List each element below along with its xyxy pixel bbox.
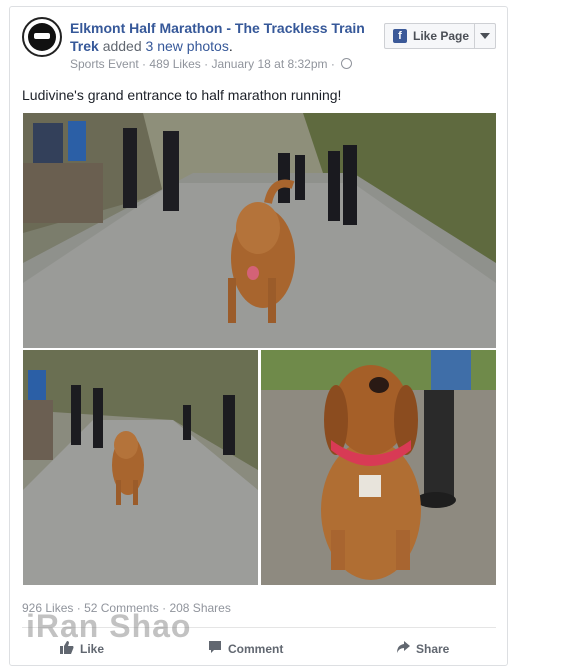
post-header: Elkmont Half Marathon - The Trackless Tr… xyxy=(70,19,390,55)
like-page-button[interactable]: f Like Page xyxy=(384,23,496,49)
chevron-down-icon[interactable] xyxy=(480,33,490,39)
facebook-f-icon: f xyxy=(393,29,407,43)
post-message: Ludivine's grand entrance to half marath… xyxy=(22,87,342,103)
comment-icon xyxy=(208,640,222,660)
share-arrow-icon xyxy=(396,640,410,660)
added-text: added xyxy=(102,38,142,54)
photo-bottom-right[interactable] xyxy=(261,350,496,585)
header-period: . xyxy=(228,38,233,54)
post-card: Elkmont Half Marathon - The Trackless Tr… xyxy=(9,6,508,666)
photo-bottom-left[interactable] xyxy=(23,350,258,585)
share-label: Share xyxy=(416,642,450,656)
meta-separator: · xyxy=(330,57,335,71)
button-divider xyxy=(474,24,475,48)
meta-separator: · xyxy=(204,57,209,71)
comment-button[interactable]: Comment xyxy=(208,639,283,659)
page-likes[interactable]: 489 Likes xyxy=(149,57,200,71)
post-timestamp[interactable]: January 18 at 8:32pm xyxy=(211,57,327,71)
comment-label: Comment xyxy=(228,642,284,656)
photos-link[interactable]: 3 new photos xyxy=(146,38,229,54)
meta-separator: · xyxy=(142,57,147,71)
share-button[interactable]: Share xyxy=(396,639,449,659)
photo-main[interactable] xyxy=(23,113,496,348)
like-page-label: Like Page xyxy=(413,29,470,43)
category-link[interactable]: Sports Event xyxy=(70,57,139,71)
post-meta: Sports Event · 489 Likes · January 18 at… xyxy=(70,57,353,71)
watermark: iRan Shao xyxy=(26,608,192,644)
page-avatar[interactable] xyxy=(22,17,62,57)
public-globe-icon xyxy=(341,58,353,69)
runner-logo-icon xyxy=(28,23,56,51)
